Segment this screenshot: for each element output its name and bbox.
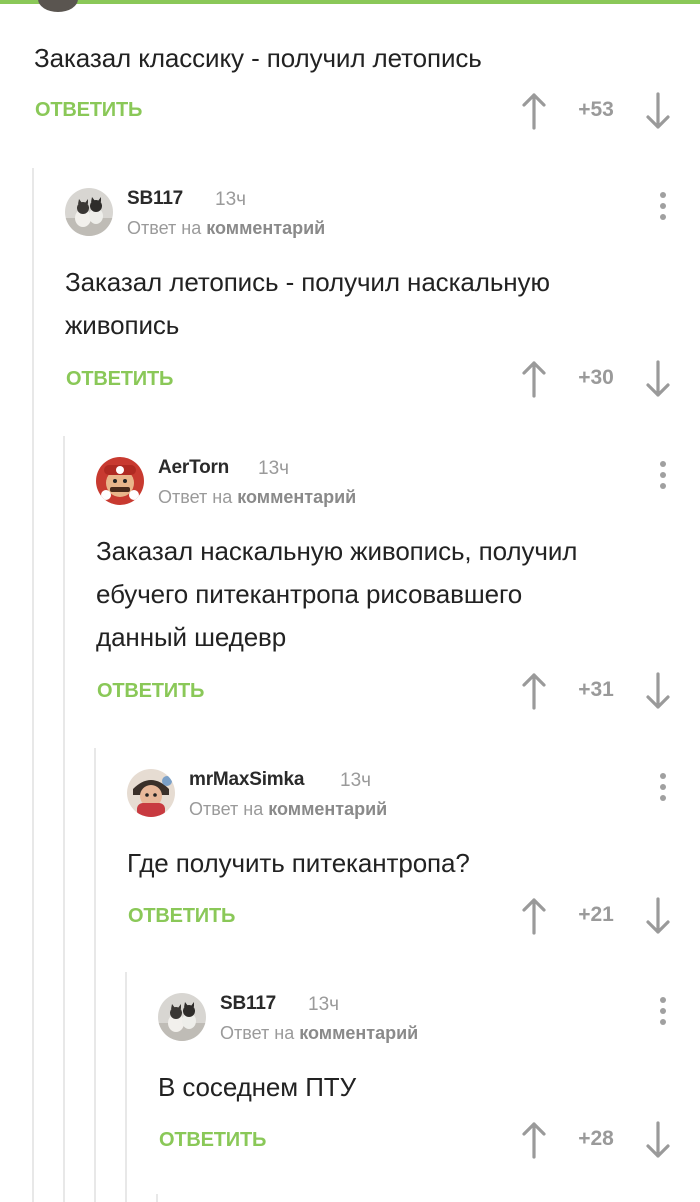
score: +53 bbox=[578, 98, 614, 121]
cat-avatar-icon bbox=[158, 993, 206, 1041]
reply-to: Ответ на комментарий bbox=[189, 799, 387, 820]
reply-button[interactable]: ОТВЕТИТЬ bbox=[97, 680, 204, 703]
vote-controls: +21 bbox=[520, 897, 700, 937]
comment-text-line: Где получить питекантропа? bbox=[127, 848, 470, 878]
comment-text: Заказал классику - получил летопись bbox=[34, 43, 482, 73]
score: +28 bbox=[578, 1127, 614, 1150]
comment-item: SB117 13ч Ответ на комментарий Заказал л… bbox=[65, 188, 700, 408]
comment-text: Заказал летопись - получил наскальную жи… bbox=[65, 261, 550, 347]
parent-comment-link[interactable]: комментарий bbox=[299, 1023, 418, 1043]
author-name[interactable]: SB117 bbox=[220, 993, 276, 1015]
root-comment: Заказал классику - получил летопись ОТВЕ… bbox=[34, 0, 700, 140]
avatar[interactable] bbox=[127, 769, 175, 817]
parent-comment-link[interactable]: комментарий bbox=[268, 799, 387, 819]
author-name[interactable]: mrMaxSimka bbox=[189, 769, 304, 791]
upvote-icon[interactable] bbox=[520, 897, 548, 935]
comment-header: AerTorn 13ч Ответ на комментарий bbox=[96, 457, 700, 509]
comment-item: mrMaxSimka 13ч Ответ на комментарий Где … bbox=[127, 769, 700, 949]
more-options-icon[interactable] bbox=[658, 997, 668, 1027]
upvote-icon[interactable] bbox=[520, 360, 548, 398]
comment-text-line: В соседнем ПТУ bbox=[158, 1072, 356, 1102]
comment-text-line: Заказал наскальную живопись, получил bbox=[96, 536, 578, 566]
parent-comment-link[interactable]: комментарий bbox=[237, 487, 356, 507]
comment-text-line: данный шедевр bbox=[96, 622, 287, 652]
parent-comment-link[interactable]: комментарий bbox=[206, 218, 325, 238]
more-options-icon[interactable] bbox=[658, 461, 668, 491]
vote-controls: +30 bbox=[520, 360, 700, 400]
reply-to-prefix: Ответ на bbox=[220, 1023, 295, 1043]
comment-header: SB117 13ч Ответ на комментарий bbox=[65, 188, 700, 240]
avatar[interactable] bbox=[158, 993, 206, 1041]
reply-to-prefix: Ответ на bbox=[127, 218, 202, 238]
timestamp: 13ч bbox=[340, 770, 372, 791]
timestamp: 13ч bbox=[215, 189, 247, 210]
downvote-icon[interactable] bbox=[644, 897, 672, 935]
downvote-icon[interactable] bbox=[644, 360, 672, 398]
upvote-icon[interactable] bbox=[520, 1121, 548, 1159]
thread-line bbox=[125, 972, 127, 1202]
downvote-icon[interactable] bbox=[644, 1121, 672, 1159]
downvote-icon[interactable] bbox=[644, 672, 672, 710]
comment-text-line: живопись bbox=[65, 310, 180, 340]
thread-line bbox=[32, 168, 34, 1202]
mario-avatar-icon bbox=[96, 457, 144, 505]
avatar[interactable] bbox=[65, 188, 113, 236]
comment-header: mrMaxSimka 13ч Ответ на комментарий bbox=[127, 769, 700, 821]
vote-controls: +28 bbox=[520, 1121, 700, 1161]
comment-item: AerTorn 13ч Ответ на комментарий Заказал… bbox=[96, 457, 700, 717]
downvote-icon[interactable] bbox=[644, 92, 672, 130]
reply-button[interactable]: ОТВЕТИТЬ bbox=[35, 99, 142, 122]
score: +31 bbox=[578, 678, 614, 701]
vote-controls: +31 bbox=[520, 672, 700, 712]
reply-button[interactable]: ОТВЕТИТЬ bbox=[128, 905, 235, 928]
cat-avatar-icon bbox=[65, 188, 113, 236]
thread-line bbox=[63, 436, 65, 1202]
timestamp: 13ч bbox=[308, 994, 340, 1015]
comment-text: В соседнем ПТУ bbox=[158, 1066, 356, 1109]
comment-header: SB117 13ч Ответ на комментарий bbox=[158, 993, 700, 1045]
score: +30 bbox=[578, 366, 614, 389]
reply-to: Ответ на комментарий bbox=[220, 1023, 418, 1044]
comment-item: SB117 13ч Ответ на комментарий В соседне… bbox=[158, 993, 700, 1173]
more-options-icon[interactable] bbox=[658, 192, 668, 222]
score: +21 bbox=[578, 903, 614, 926]
reply-button[interactable]: ОТВЕТИТЬ bbox=[66, 368, 173, 391]
avatar[interactable] bbox=[96, 457, 144, 505]
comment-text: Где получить питекантропа? bbox=[127, 842, 470, 885]
reply-to: Ответ на комментарий bbox=[127, 218, 325, 239]
reply-to-prefix: Ответ на bbox=[158, 487, 233, 507]
comment-text-line: Заказал летопись - получил наскальную bbox=[65, 267, 550, 297]
person-avatar-icon bbox=[127, 769, 175, 817]
comment-text: Заказал наскальную живопись, получил ебу… bbox=[96, 530, 577, 659]
more-options-icon[interactable] bbox=[658, 773, 668, 803]
upvote-icon[interactable] bbox=[520, 672, 548, 710]
thread-line bbox=[156, 1194, 158, 1202]
comment-text-line: ебучего питекантропа рисовавшего bbox=[96, 579, 523, 609]
author-name[interactable]: SB117 bbox=[127, 188, 183, 210]
author-name[interactable]: AerTorn bbox=[158, 457, 229, 479]
vote-controls: +53 bbox=[520, 92, 700, 132]
reply-button[interactable]: ОТВЕТИТЬ bbox=[159, 1129, 266, 1152]
thread-line bbox=[94, 748, 96, 1202]
upvote-icon[interactable] bbox=[520, 92, 548, 130]
reply-to: Ответ на комментарий bbox=[158, 487, 356, 508]
timestamp: 13ч bbox=[258, 458, 290, 479]
reply-to-prefix: Ответ на bbox=[189, 799, 264, 819]
